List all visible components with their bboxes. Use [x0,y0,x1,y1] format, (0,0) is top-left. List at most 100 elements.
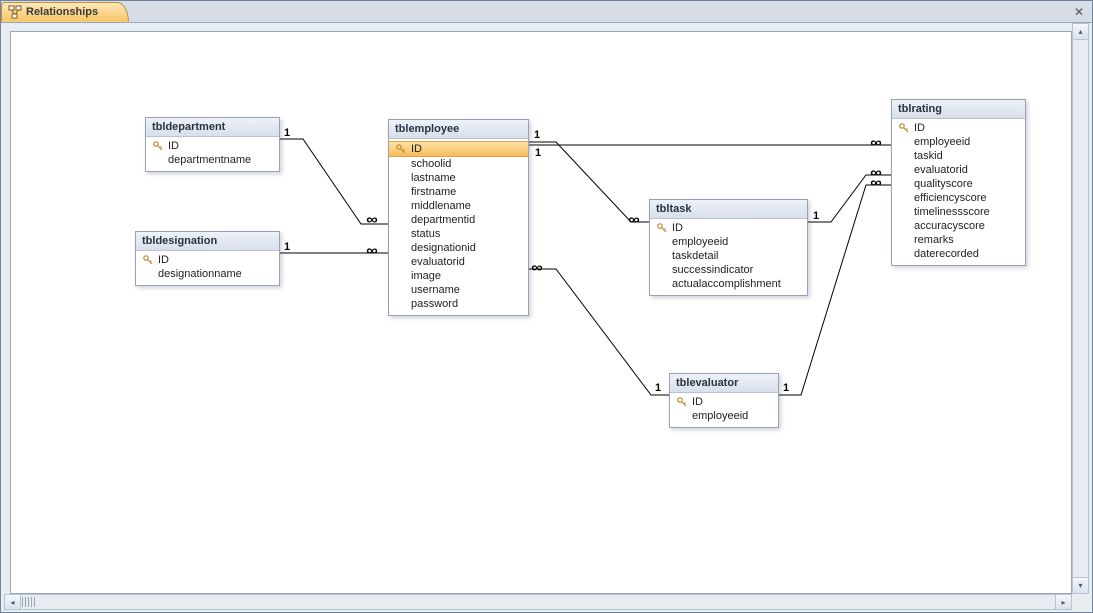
card-one: 1 [535,147,541,159]
entity-title: tblemployee [389,120,528,139]
line-employee-evaluator [529,269,669,395]
entity-field-row[interactable]: evaluatorid [892,163,1025,177]
entity-field-row[interactable]: departmentid [389,213,528,227]
entity-body: ID employeeid taskdetail successindicato… [650,219,807,295]
scroll-left-button[interactable]: ◂ [5,595,21,609]
field-name: designationid [411,242,476,254]
entity-field-row[interactable]: departmentname [146,153,279,167]
field-name: ID [672,222,683,234]
scroll-grip[interactable] [22,597,36,607]
line-employee-task [529,142,649,222]
entity-field-row[interactable]: middlename [389,199,528,213]
scroll-up-button[interactable]: ▴ [1073,24,1088,40]
entity-field-row[interactable]: employeeid [670,409,778,423]
entity-title: tbltask [650,200,807,219]
entity-field-row[interactable]: actualaccomplishment [650,277,807,291]
card-many: ∞ [366,245,377,255]
entity-field-row[interactable]: taskid [892,149,1025,163]
field-name: ID [914,122,925,134]
field-name: ID [692,396,703,408]
entity-title: tblrating [892,100,1025,119]
field-name: username [411,284,460,296]
field-name: ID [411,143,422,155]
entity-body: ID schoolid lastname firstname middlenam… [389,139,528,315]
entity-field-row[interactable]: ID [892,121,1025,135]
field-name: designationname [158,268,242,280]
relationships-window: Relationships ✕ [0,0,1093,613]
field-name: actualaccomplishment [672,278,781,290]
close-button[interactable]: ✕ [1072,5,1086,19]
entity-tbldesignation[interactable]: tbldesignation ID designationname [135,231,280,286]
entity-field-row[interactable]: username [389,283,528,297]
card-one: 1 [534,129,540,141]
key-icon [676,396,688,408]
field-name: daterecorded [914,248,979,260]
entity-field-row[interactable]: designationname [136,267,279,281]
entity-tbltask[interactable]: tbltask ID employeeid taskdetail success… [649,199,808,296]
entity-body: ID employeeid [670,393,778,427]
entity-field-row-selected[interactable]: ID [389,141,528,157]
entity-field-row[interactable]: qualityscore [892,177,1025,191]
field-name: evaluatorid [411,256,465,268]
tab-label: Relationships [26,6,98,18]
line-task-rating [808,175,891,222]
entity-field-row[interactable]: remarks [892,233,1025,247]
entity-field-row[interactable]: employeeid [650,235,807,249]
entity-field-row[interactable]: status [389,227,528,241]
entity-field-row[interactable]: password [389,297,528,311]
tab-relationships[interactable]: Relationships [1,2,129,22]
relationships-canvas[interactable]: 1 ∞ 1 ∞ 1 ∞ 1 ∞ ∞ 1 1 ∞ 1 ∞ tbldepartmen… [10,31,1072,594]
field-name: ID [158,254,169,266]
vertical-scrollbar[interactable]: ▴ ▾ [1072,23,1089,594]
card-one: 1 [284,241,290,253]
entity-field-row[interactable]: image [389,269,528,283]
field-name: lastname [411,172,456,184]
entity-field-row[interactable]: lastname [389,171,528,185]
entity-tblemployee[interactable]: tblemployee ID schoolid lastname firstna… [388,119,529,316]
entity-field-row[interactable]: successindicator [650,263,807,277]
line-department-employee [280,139,388,224]
entity-field-row[interactable]: employeeid [892,135,1025,149]
field-name: ID [168,140,179,152]
card-one: 1 [284,127,290,139]
entity-title: tblevaluator [670,374,778,393]
entity-tbldepartment[interactable]: tbldepartment ID departmentname [145,117,280,172]
field-name: employeeid [914,136,970,148]
key-icon [656,222,668,234]
field-name: efficiencyscore [914,192,987,204]
entity-field-row[interactable]: timelinessscore [892,205,1025,219]
card-many: ∞ [870,137,881,147]
entity-tblevaluator[interactable]: tblevaluator ID employeeid [669,373,779,428]
field-name: image [411,270,441,282]
entity-field-row[interactable]: daterecorded [892,247,1025,261]
field-name: successindicator [672,264,753,276]
entity-tblrating[interactable]: tblrating ID employeeid taskid evaluator… [891,99,1026,266]
field-name: departmentid [411,214,475,226]
scroll-down-button[interactable]: ▾ [1073,577,1088,593]
scroll-right-button[interactable]: ▸ [1055,595,1071,609]
relationships-icon [8,5,22,19]
field-name: evaluatorid [914,164,968,176]
field-name: taskdetail [672,250,718,262]
entity-field-row[interactable]: efficiencyscore [892,191,1025,205]
field-name: status [411,228,440,240]
horizontal-scrollbar[interactable]: ◂ ▸ [4,594,1072,610]
entity-field-row[interactable]: firstname [389,185,528,199]
field-name: accuracyscore [914,220,985,232]
entity-field-row[interactable]: schoolid [389,157,528,171]
field-name: remarks [914,234,954,246]
entity-body: ID designationname [136,251,279,285]
entity-field-row[interactable]: accuracyscore [892,219,1025,233]
field-name: taskid [914,150,943,162]
card-one: 1 [813,210,819,222]
entity-field-row[interactable]: ID [146,139,279,153]
key-icon [395,143,407,155]
card-many: ∞ [870,177,881,187]
entity-field-row[interactable]: taskdetail [650,249,807,263]
entity-field-row[interactable]: ID [136,253,279,267]
card-many: ∞ [531,262,542,272]
entity-field-row[interactable]: designationid [389,241,528,255]
entity-field-row[interactable]: evaluatorid [389,255,528,269]
entity-field-row[interactable]: ID [670,395,778,409]
entity-field-row[interactable]: ID [650,221,807,235]
